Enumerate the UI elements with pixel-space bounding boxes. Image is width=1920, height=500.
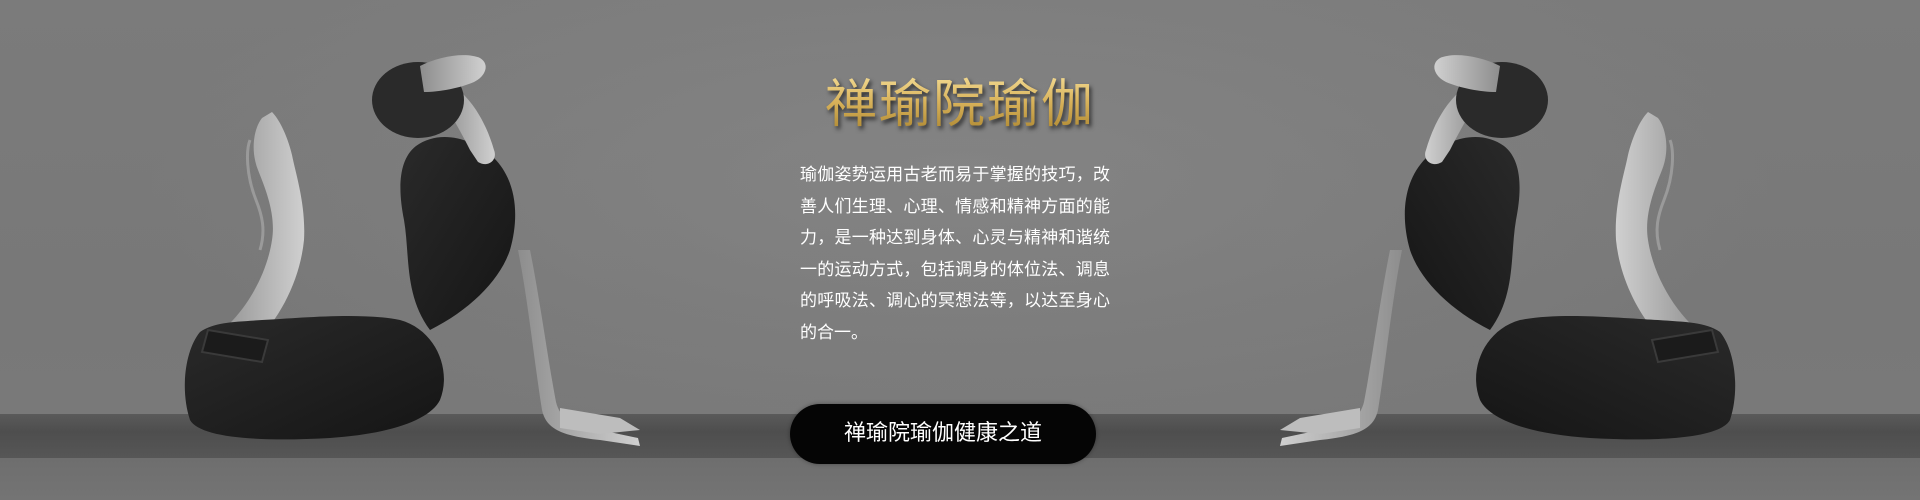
banner-title: 禅瑜院瑜伽 [790,74,1130,136]
yoga-figure-left-image [184,55,640,446]
banner-description: 瑜伽姿势运用古老而易于掌握的技巧，改善人们生理、心理、情感和精神方面的能力，是一… [800,165,1110,343]
yoga-figure-right-image [1280,55,1736,446]
hero-banner: 禅瑜院瑜伽 瑜伽姿势运用古老而易于掌握的技巧，改善人们生理、心理、情感和精神方面… [0,0,1920,500]
banner-content: 禅瑜院瑜伽 瑜伽姿势运用古老而易于掌握的技巧，改善人们生理、心理、情感和精神方面… [790,0,1130,500]
cta-button[interactable]: 禅瑜院瑜伽健康之道 [790,404,1096,464]
